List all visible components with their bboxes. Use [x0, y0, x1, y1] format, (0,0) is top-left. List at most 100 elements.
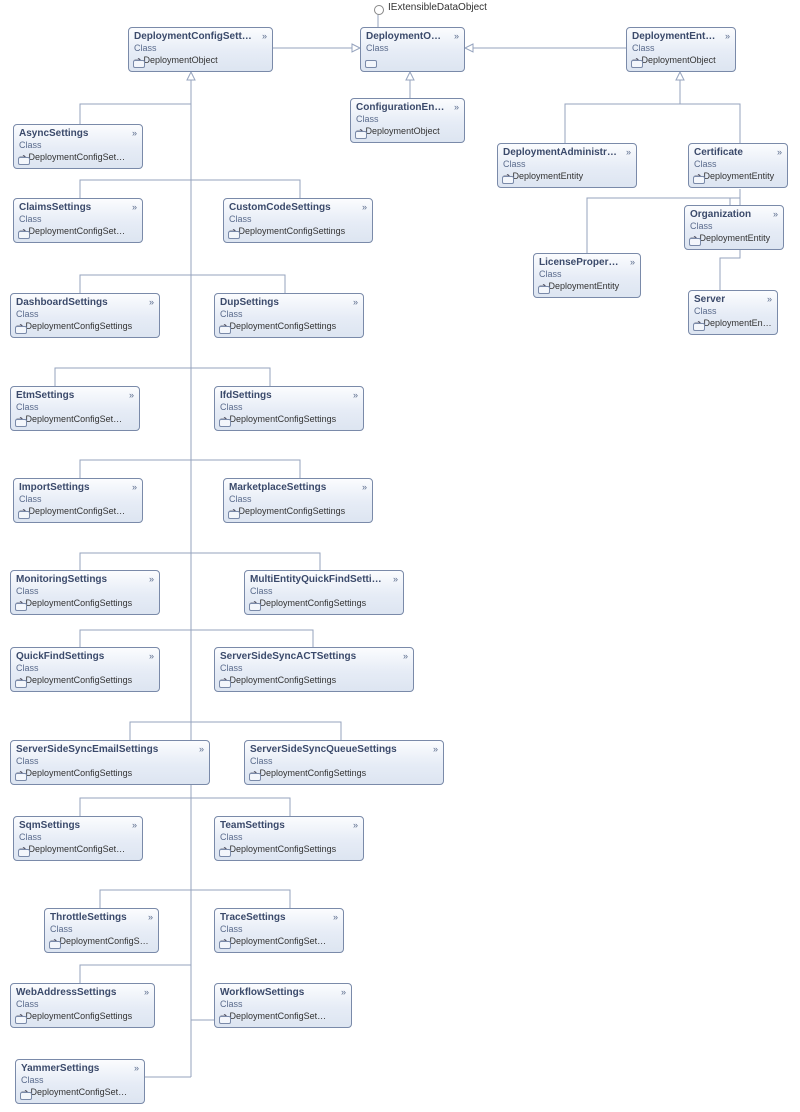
class-ThrottleSettings[interactable]: ThrottleSettingsClass➔DeploymentConfigSe… [44, 908, 159, 953]
class-Server[interactable]: ServerClass➔DeploymentEntity» [688, 290, 778, 335]
interface-lollipop [374, 5, 384, 15]
tag-icon [249, 773, 261, 781]
expand-icon[interactable]: » [767, 294, 772, 304]
expand-icon[interactable]: » [773, 209, 778, 219]
expand-icon[interactable]: » [362, 202, 367, 212]
expand-icon[interactable]: » [353, 297, 358, 307]
expand-icon[interactable]: » [144, 987, 149, 997]
tag-icon [18, 231, 30, 239]
class-EtmSettings[interactable]: EtmSettingsClass➔DeploymentConfigSet…» [10, 386, 140, 431]
class-ClaimsSettings[interactable]: ClaimsSettingsClass➔DeploymentConfigSet…… [13, 198, 143, 243]
class-parent: ➔DeploymentConfigSettings [220, 844, 358, 855]
expand-icon[interactable]: » [132, 482, 137, 492]
expand-icon[interactable]: » [199, 744, 204, 754]
class-WebAddressSettings[interactable]: WebAddressSettingsClass➔DeploymentConfig… [10, 983, 155, 1028]
class-ServerSideSyncACTSettings[interactable]: ServerSideSyncACTSettingsClass➔Deploymen… [214, 647, 414, 692]
expand-icon[interactable]: » [148, 912, 153, 922]
class-title: ClaimsSettings [19, 202, 137, 214]
expand-icon[interactable]: » [132, 820, 137, 830]
class-DeploymentAdministrator[interactable]: DeploymentAdministratorClass➔DeploymentE… [497, 143, 637, 188]
class-parent: ➔DeploymentConfigSettings [16, 675, 154, 686]
expand-icon[interactable]: » [353, 820, 358, 830]
class-DeploymentConfigSettings[interactable]: DeploymentConfigSettingsClass➔Deployment… [128, 27, 273, 72]
class-SqmSettings[interactable]: SqmSettingsClass➔DeploymentConfigSet…» [13, 816, 143, 861]
class-parent: ➔DeploymentConfigSettings [220, 675, 408, 686]
class-ServerSideSyncQueueSettings[interactable]: ServerSideSyncQueueSettingsClass➔Deploym… [244, 740, 444, 785]
class-stereotype: Class [19, 494, 137, 505]
class-IfdSettings[interactable]: IfdSettingsClass➔DeploymentConfigSetting… [214, 386, 364, 431]
class-TraceSettings[interactable]: TraceSettingsClass➔DeploymentConfigSet… » [214, 908, 344, 953]
class-title: TraceSettings [220, 912, 338, 924]
expand-icon[interactable]: » [149, 574, 154, 584]
class-parent: ➔DeploymentConfigSet… [220, 936, 338, 947]
expand-icon[interactable]: » [403, 651, 408, 661]
expand-icon[interactable]: » [134, 1063, 139, 1073]
expand-icon[interactable]: » [454, 102, 459, 112]
expand-icon[interactable]: » [262, 31, 267, 41]
tag-icon [15, 773, 27, 781]
class-parent: ➔DeploymentConfigSet… [19, 152, 137, 163]
expand-icon[interactable]: » [626, 147, 631, 157]
tag-icon [133, 60, 145, 68]
expand-icon[interactable]: » [454, 31, 459, 41]
class-title: MonitoringSettings [16, 574, 154, 586]
class-title: ServerSideSyncQueueSettings [250, 744, 438, 756]
class-AsyncSettings[interactable]: AsyncSettingsClass➔DeploymentConfigSet…» [13, 124, 143, 169]
class-parent: ➔DeploymentObject [356, 126, 459, 137]
class-stereotype: Class [220, 924, 338, 935]
class-title: Organization [690, 209, 778, 221]
expand-icon[interactable]: » [132, 202, 137, 212]
class-parent: ➔DeploymentConfigSettings [16, 1011, 149, 1022]
class-YammerSettings[interactable]: YammerSettingsClass➔DeploymentConfigSet…… [15, 1059, 145, 1104]
class-QuickFindSettings[interactable]: QuickFindSettingsClass➔DeploymentConfigS… [10, 647, 160, 692]
class-title: AsyncSettings [19, 128, 137, 140]
expand-icon[interactable]: » [393, 574, 398, 584]
class-ConfigurationEntity[interactable]: ConfigurationEntityClass➔DeploymentObjec… [350, 98, 465, 143]
class-Organization[interactable]: OrganizationClass➔DeploymentEntity» [684, 205, 784, 250]
expand-icon[interactable]: » [630, 257, 635, 267]
class-title: YammerSettings [21, 1063, 139, 1075]
class-TeamSettings[interactable]: TeamSettingsClass➔DeploymentConfigSettin… [214, 816, 364, 861]
tag-icon [15, 326, 27, 334]
class-title: ThrottleSettings [50, 912, 153, 924]
class-Certificate[interactable]: CertificateClass➔DeploymentEntity» [688, 143, 788, 188]
expand-icon[interactable]: » [149, 297, 154, 307]
tag-icon [228, 231, 240, 239]
expand-icon[interactable]: » [777, 147, 782, 157]
class-DeploymentObject[interactable]: DeploymentObjectClass» [360, 27, 465, 72]
class-stereotype: Class [250, 756, 438, 767]
class-WorkflowSettings[interactable]: WorkflowSettingsClass➔DeploymentConfigSe… [214, 983, 352, 1028]
class-MonitoringSettings[interactable]: MonitoringSettingsClass➔DeploymentConfig… [10, 570, 160, 615]
expand-icon[interactable]: » [129, 390, 134, 400]
expand-icon[interactable]: » [362, 482, 367, 492]
class-title: IfdSettings [220, 390, 358, 402]
class-title: TeamSettings [220, 820, 358, 832]
class-DupSettings[interactable]: DupSettingsClass➔DeploymentConfigSetting… [214, 293, 364, 338]
class-title: Server [694, 294, 772, 306]
class-LicenseProperties[interactable]: LicensePropertiesClass➔DeploymentEntity» [533, 253, 641, 298]
tag-icon [219, 419, 231, 427]
expand-icon[interactable]: » [149, 651, 154, 661]
class-stereotype: Class [19, 214, 137, 225]
class-DashboardSettings[interactable]: DashboardSettingsClass➔DeploymentConfigS… [10, 293, 160, 338]
class-ImportSettings[interactable]: ImportSettingsClass➔DeploymentConfigSet…… [13, 478, 143, 523]
class-CustomCodeSettings[interactable]: CustomCodeSettingsClass➔DeploymentConfig… [223, 198, 373, 243]
class-DeploymentEntity[interactable]: DeploymentEntityClass➔DeploymentObject» [626, 27, 736, 72]
class-parent: ➔DeploymentConfigSettings [16, 598, 154, 609]
class-title: ServerSideSyncEmailSettings [16, 744, 204, 756]
expand-icon[interactable]: » [433, 744, 438, 754]
class-MarketplaceSettings[interactable]: MarketplaceSettingsClass➔DeploymentConfi… [223, 478, 373, 523]
class-ServerSideSyncEmailSettings[interactable]: ServerSideSyncEmailSettingsClass➔Deploym… [10, 740, 210, 785]
tag-icon [18, 157, 30, 165]
expand-icon[interactable]: » [353, 390, 358, 400]
class-parent: ➔DeploymentConfigSettings [220, 414, 358, 425]
class-MultiEntityQuickFindSettings[interactable]: MultiEntityQuickFindSettingsClass➔Deploy… [244, 570, 404, 615]
expand-icon[interactable]: » [341, 987, 346, 997]
expand-icon[interactable]: » [132, 128, 137, 138]
class-stereotype: Class [16, 999, 149, 1010]
expand-icon[interactable]: » [333, 912, 338, 922]
tag-icon [15, 680, 27, 688]
tag-icon [219, 680, 231, 688]
expand-icon[interactable]: » [725, 31, 730, 41]
class-stereotype: Class [16, 756, 204, 767]
